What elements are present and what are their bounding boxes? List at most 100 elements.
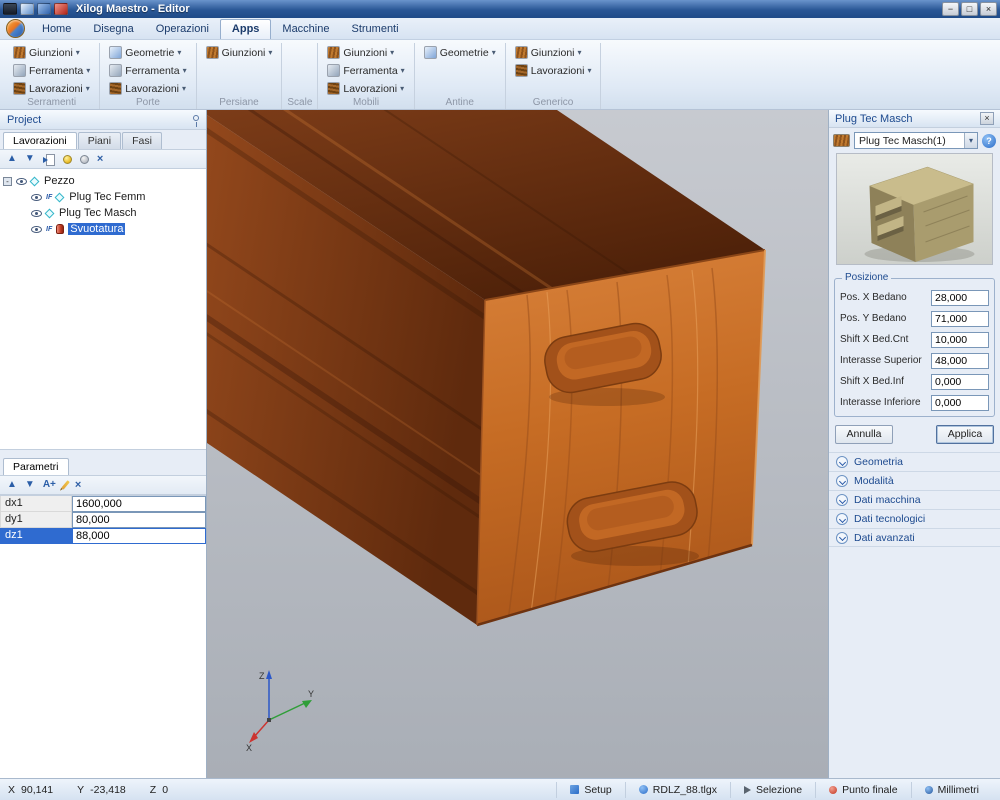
add-param-button[interactable]: A+ [43, 480, 56, 490]
ribbon-button-lavorazioni[interactable]: Lavorazioni▾ [10, 80, 93, 97]
tree-item-label[interactable]: Pezzo [42, 175, 77, 187]
panel-close-button[interactable]: × [980, 112, 994, 125]
pos-y-bedano-input[interactable] [931, 311, 989, 327]
param-row-dx1[interactable]: dx1 [0, 496, 206, 512]
visibility-eye-icon[interactable] [31, 226, 42, 233]
tree-item-plug-tec-masch[interactable]: Plug Tec Masch [3, 205, 203, 221]
condition-if-icon: IF [46, 226, 52, 233]
param-up-button[interactable]: ▲ [7, 480, 17, 490]
ribbon-button-ferramenta[interactable]: Ferramenta ▾ [324, 62, 407, 79]
ribbon-button-ferramenta[interactable]: Ferramenta▾ [10, 62, 93, 79]
param-down-button[interactable]: ▼ [25, 480, 35, 490]
maximize-button[interactable]: □ [961, 2, 978, 16]
tab-fasi[interactable]: Fasi [122, 132, 162, 149]
delete-button[interactable]: × [97, 154, 103, 164]
tab-operazioni[interactable]: Operazioni [145, 20, 220, 39]
ribbon-button-lavorazioni[interactable]: Lavorazioni▾ [324, 80, 407, 97]
dropdown-caret-icon[interactable]: ▾ [964, 133, 977, 148]
insert-icon[interactable] [43, 154, 55, 165]
pin-icon[interactable] [193, 115, 199, 121]
visibility-eye-icon[interactable] [31, 194, 42, 201]
ribbon-button-giunzioni[interactable]: Giunzioni▾ [324, 44, 407, 61]
enable-icon[interactable] [63, 155, 72, 164]
ribbon-button-lavorazioni[interactable]: Lavorazioni▾ [106, 80, 189, 97]
tree-item-label[interactable]: Plug Tec Masch [57, 207, 138, 219]
project-toolbar: ▲ ▼ × [0, 149, 206, 169]
param-name[interactable]: dx1 [0, 496, 72, 512]
minimize-button[interactable]: − [942, 2, 959, 16]
section-modalita[interactable]: Modalità [829, 471, 1000, 490]
visibility-eye-icon[interactable] [16, 178, 27, 185]
shift-x-bed-inf-input[interactable] [931, 374, 989, 390]
section-dati-tecnologici[interactable]: Dati tecnologici [829, 509, 1000, 528]
status-units[interactable]: Millimetri [911, 782, 992, 798]
param-value-input[interactable] [72, 512, 206, 528]
axes-triad: Z Y X [245, 666, 317, 752]
viewport-3d[interactable]: Z Y X [207, 110, 828, 778]
param-value-cell [72, 496, 206, 512]
units-icon [925, 786, 933, 794]
delete-param-button[interactable]: × [75, 480, 81, 490]
ribbon-button-lavorazioni[interactable]: Lavorazioni▾ [512, 62, 595, 79]
interasse-superiore-input[interactable] [931, 353, 989, 369]
ribbon-button-geometrie[interactable]: Geometrie▾ [421, 44, 499, 61]
dropdown-caret-icon: ▾ [76, 49, 80, 57]
section-dati-avanzati[interactable]: Dati avanzati [829, 528, 1000, 547]
param-value-input[interactable] [72, 496, 206, 512]
geometrie-icon [424, 46, 437, 59]
param-value-input[interactable] [72, 528, 206, 544]
ribbon-button-geometrie[interactable]: Geometrie▾ [106, 44, 189, 61]
tab-parametri[interactable]: Parametri [3, 458, 69, 475]
ribbon-button-giunzioni[interactable]: Giunzioni▾ [512, 44, 595, 61]
ribbon-button-label: Ferramenta [343, 65, 397, 77]
save-icon[interactable] [37, 3, 51, 15]
edit-param-icon[interactable] [61, 480, 70, 490]
status-setup[interactable]: Setup [556, 782, 624, 798]
interasse-inferiore-input[interactable] [931, 395, 989, 411]
new-document-icon[interactable] [20, 3, 34, 15]
tree-item-svuotatura[interactable]: IF Svuotatura [3, 221, 203, 237]
tab-strumenti[interactable]: Strumenti [340, 20, 409, 39]
dropdown-caret-icon: ▾ [401, 67, 405, 75]
macro-icon [55, 192, 65, 202]
ribbon-tab-row: Home Disegna Operazioni Apps Macchine St… [0, 18, 1000, 40]
move-up-button[interactable]: ▲ [7, 154, 17, 164]
tab-lavorazioni[interactable]: Lavorazioni [3, 132, 77, 149]
pos-x-bedano-input[interactable] [931, 290, 989, 306]
tab-apps[interactable]: Apps [220, 19, 272, 39]
collapse-icon[interactable]: - [3, 177, 12, 186]
status-selection-mode[interactable]: Selezione [730, 782, 815, 798]
tab-home[interactable]: Home [31, 20, 82, 39]
maestro-icon[interactable] [54, 3, 68, 15]
ribbon-button-giunzioni[interactable]: Giunzioni▾ [203, 44, 276, 61]
param-row-dy1[interactable]: dy1 [0, 512, 206, 528]
ribbon-button-giunzioni[interactable]: Giunzioni▾ [10, 44, 93, 61]
close-button[interactable]: × [980, 2, 997, 16]
param-name[interactable]: dz1 [0, 528, 72, 544]
tab-disegna[interactable]: Disegna [82, 20, 144, 39]
tree-item-label[interactable]: Plug Tec Femm [67, 191, 147, 203]
tab-macchine[interactable]: Macchine [271, 20, 340, 39]
ribbon-button-ferramenta[interactable]: Ferramenta▾ [106, 62, 189, 79]
tool-select-dropdown[interactable]: Plug Tec Masch(1) ▾ [854, 132, 978, 149]
shift-x-bed-cnt-input[interactable] [931, 332, 989, 348]
file-icon [639, 785, 648, 794]
status-file-name[interactable]: RDLZ_88.tlgx [625, 782, 730, 798]
tree-item-pezzo[interactable]: - Pezzo [3, 173, 203, 189]
help-icon[interactable]: ? [982, 134, 996, 148]
move-down-button[interactable]: ▼ [25, 154, 35, 164]
tree-item-plug-tec-femm[interactable]: IF Plug Tec Femm [3, 189, 203, 205]
param-name[interactable]: dy1 [0, 512, 72, 528]
section-geometria[interactable]: Geometria [829, 452, 1000, 471]
lavorazioni-icon [327, 82, 340, 95]
param-row-dz1[interactable]: dz1 [0, 528, 206, 544]
application-menu-button[interactable] [6, 19, 25, 38]
status-snap-mode[interactable]: Punto finale [815, 782, 910, 798]
visibility-eye-icon[interactable] [31, 210, 42, 217]
section-dati-macchina[interactable]: Dati macchina [829, 490, 1000, 509]
tree-item-label[interactable]: Svuotatura [68, 223, 125, 235]
cancel-button[interactable]: Annulla [835, 425, 893, 444]
apply-button[interactable]: Applica [936, 425, 994, 444]
disable-icon[interactable] [80, 155, 89, 164]
tab-piani[interactable]: Piani [78, 132, 121, 149]
